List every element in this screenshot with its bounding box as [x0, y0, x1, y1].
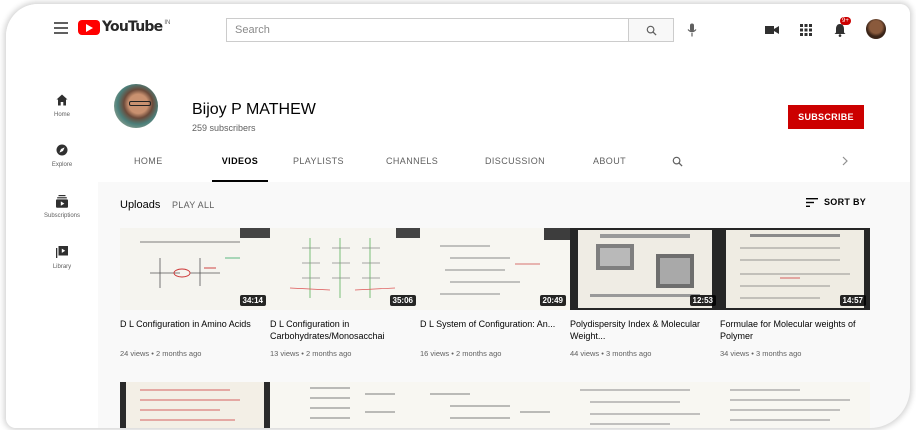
account-avatar[interactable]: [866, 19, 886, 39]
home-icon: [56, 94, 68, 106]
channel-name: Bijoy P MATHEW: [192, 101, 316, 118]
video-thumbnail[interactable]: 35:06: [270, 228, 420, 310]
video-thumbnail[interactable]: 20:49: [420, 228, 570, 310]
channel-tabs: HOME VIDEOS PLAYLISTS CHANNELS DISCUSSIO…: [98, 150, 910, 182]
apps-button[interactable]: [796, 20, 816, 40]
sort-by-button[interactable]: SORT BY: [806, 197, 866, 207]
uploads-heading: Uploads: [120, 199, 161, 211]
video-meta: 13 views • 2 months ago: [270, 349, 352, 358]
channel-avatar[interactable]: [114, 84, 158, 128]
video-duration: 34:14: [239, 295, 266, 306]
logo-region: IN: [164, 20, 171, 26]
chevron-right-icon: [842, 156, 848, 166]
sidebar-item-home[interactable]: Home: [34, 92, 90, 118]
tab-videos[interactable]: VIDEOS: [212, 156, 268, 182]
menu-icon[interactable]: [54, 22, 68, 34]
search-icon: [672, 156, 683, 167]
create-video-button[interactable]: [762, 20, 782, 40]
video-thumbnail[interactable]: [270, 382, 420, 428]
video-title[interactable]: D L Configuration in Carbohydrates/Monos…: [270, 318, 416, 342]
video-thumbnail[interactable]: [420, 382, 570, 428]
youtube-logo[interactable]: YouTube IN: [78, 19, 170, 35]
subscriber-count: 259 subscribers: [192, 123, 256, 133]
youtube-play-icon: [78, 19, 100, 35]
tab-home[interactable]: HOME: [134, 156, 163, 182]
search-icon: [646, 25, 657, 36]
subscriptions-icon: [56, 194, 68, 208]
video-title[interactable]: Polydispersity Index & Molecular Weight.…: [570, 318, 716, 342]
masthead: YouTube IN 9+: [6, 4, 910, 54]
sidebar-item-explore[interactable]: Explore: [34, 142, 90, 168]
video-meta: 24 views • 2 months ago: [120, 349, 202, 358]
tab-channels[interactable]: CHANNELS: [386, 156, 438, 182]
video-duration: 14:57: [839, 295, 866, 306]
thumbnail-image: [570, 382, 720, 428]
video-title[interactable]: D L System of Configuration: An...: [420, 318, 566, 342]
video-thumbnail[interactable]: [120, 382, 270, 428]
bell-icon: [834, 24, 846, 37]
video-meta: 34 views • 3 months ago: [720, 349, 802, 358]
search-input[interactable]: [226, 18, 628, 42]
search-button[interactable]: [628, 18, 674, 42]
sort-icon: [806, 197, 818, 207]
microphone-button[interactable]: [682, 20, 702, 40]
sidebar-item-library[interactable]: Library: [34, 244, 90, 270]
sidebar-item-label: Explore: [51, 162, 73, 168]
channel-search-button[interactable]: [672, 154, 683, 172]
notifications-button[interactable]: 9+: [830, 17, 851, 40]
video-thumbnail[interactable]: [570, 382, 720, 428]
tab-about[interactable]: ABOUT: [593, 156, 626, 182]
video-thumbnail[interactable]: 14:57: [720, 228, 870, 310]
thumbnail-image: [270, 382, 420, 428]
video-camera-icon: [765, 26, 779, 34]
tab-discussion[interactable]: DISCUSSION: [485, 156, 545, 182]
thumbnail-image: [420, 382, 570, 428]
sidebar-item-label: Library: [52, 264, 72, 270]
sidebar-item-subscriptions[interactable]: Subscriptions: [34, 193, 90, 219]
tabs-next-button[interactable]: [842, 156, 848, 169]
video-duration: 35:06: [389, 295, 416, 306]
video-meta: 16 views • 2 months ago: [420, 349, 502, 358]
logo-text: YouTube: [102, 19, 163, 35]
sidebar-item-label: Home: [53, 112, 70, 118]
sidebar-item-label: Subscriptions: [43, 213, 81, 219]
tab-playlists[interactable]: PLAYLISTS: [293, 156, 344, 182]
notification-badge: 9+: [840, 17, 851, 25]
video-title[interactable]: Formulae for Molecular weights of Polyme…: [720, 318, 866, 342]
video-thumbnail[interactable]: 34:14: [120, 228, 270, 310]
video-title[interactable]: D L Configuration in Amino Acids: [120, 318, 266, 342]
video-meta: 44 views • 3 months ago: [570, 349, 652, 358]
compass-icon: [56, 144, 68, 156]
play-all-button[interactable]: PLAY ALL: [172, 200, 215, 210]
sort-by-label: SORT BY: [824, 197, 867, 207]
thumbnail-image: [720, 382, 870, 428]
video-thumbnail[interactable]: [720, 382, 870, 428]
thumbnail-image: [126, 382, 264, 428]
microphone-icon: [687, 23, 697, 37]
sidebar: Home Explore Subscriptions Library: [6, 54, 98, 428]
subscribe-button[interactable]: SUBSCRIBE: [788, 105, 864, 129]
library-icon: [56, 246, 68, 258]
apps-grid-icon: [800, 24, 812, 36]
app-frame: YouTube IN 9+ Home Ex: [6, 4, 910, 428]
video-thumbnail[interactable]: 12:53: [570, 228, 720, 310]
video-duration: 12:53: [689, 295, 716, 306]
video-duration: 20:49: [539, 295, 566, 306]
